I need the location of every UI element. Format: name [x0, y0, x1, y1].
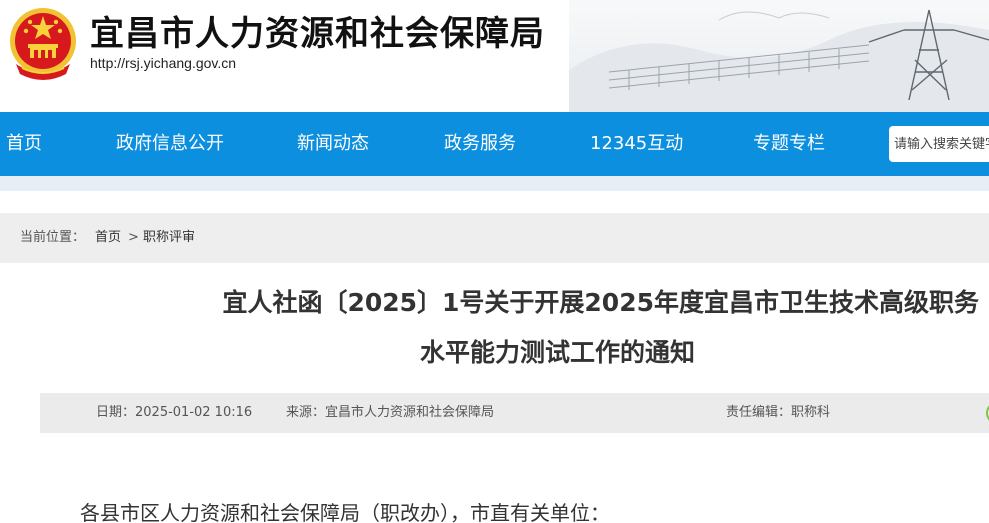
breadcrumb-current[interactable]: 职称评审 [143, 213, 195, 263]
article-source: 来源：宜昌市人力资源和社会保障局 [286, 405, 495, 420]
article-meta-bar: 日期：2025-01-02 10:16 来源：宜昌市人力资源和社会保障局 责任编… [40, 393, 989, 433]
nav-item-news[interactable]: 新闻动态 [297, 112, 369, 176]
dam-scenery-image [569, 0, 989, 112]
nav-item-topics[interactable]: 专题专栏 [753, 112, 825, 176]
article-salutation: 各县市区人力资源和社会保障局（职改办），市直有关单位： [80, 501, 610, 523]
nav-divider [0, 176, 989, 191]
article-date: 日期：2025-01-02 10:16 [96, 405, 253, 420]
main-nav: 首页 政府信息公开 新闻动态 政务服务 12345互动 专题专栏 [0, 112, 989, 176]
breadcrumb-separator: > [128, 230, 139, 245]
search-box [889, 126, 989, 162]
site-title[interactable]: 宜昌市人力资源和社会保障局 [90, 6, 545, 55]
nav-item-gov-info[interactable]: 政府信息公开 [116, 112, 224, 176]
nav-item-services[interactable]: 政务服务 [444, 112, 516, 176]
article-title-line1: 宜人社函〔2025〕1号关于开展2025年度宜昌市卫生技术高级职务 [222, 288, 979, 317]
breadcrumb-home[interactable]: 首页 [95, 213, 121, 263]
nav-item-12345[interactable]: 12345互动 [590, 112, 683, 176]
nav-item-home[interactable]: 首页 [6, 112, 42, 176]
article-title-line2: 水平能力测试工作的通知 [420, 338, 696, 367]
article-editor: 责任编辑：职称科 [726, 405, 831, 420]
breadcrumb: 当前位置： 首页 > 职称评审 [0, 213, 989, 263]
breadcrumb-prefix: 当前位置： [20, 230, 86, 245]
national-emblem-icon [10, 8, 76, 80]
site-header: 宜昌市人力资源和社会保障局 http://rsj.yichang.gov.cn [0, 0, 989, 112]
search-input[interactable] [889, 126, 989, 162]
site-url[interactable]: http://rsj.yichang.gov.cn [90, 55, 236, 71]
